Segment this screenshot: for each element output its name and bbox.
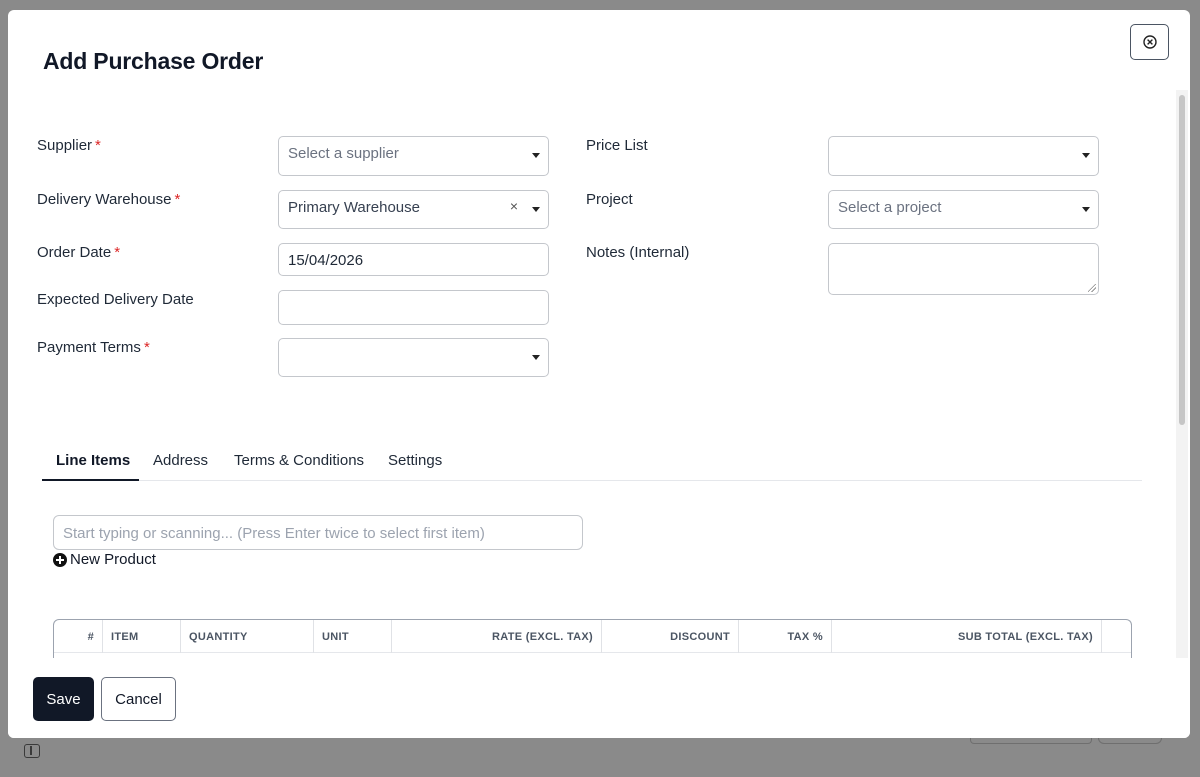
order-date-label: Order Date * <box>37 244 121 261</box>
caret-down-icon <box>532 207 540 212</box>
project-label: Project <box>586 191 633 208</box>
purchase-order-tabs: Line Items Address Terms & Conditions Se… <box>42 440 1142 481</box>
cancel-button[interactable]: Cancel <box>101 677 176 721</box>
modal-body: Supplier * Delivery Warehouse * Order Date… <box>8 90 1190 658</box>
payment-terms-label: Payment Terms * <box>37 339 150 356</box>
column-header-quantity: QUANTITY <box>181 620 314 653</box>
tab-terms-conditions[interactable]: Terms & Conditions <box>234 452 364 469</box>
supplier-label: Supplier * <box>37 137 101 154</box>
tab-line-items[interactable]: Line Items <box>56 452 130 469</box>
order-date-input[interactable]: 15/04/2026 <box>278 243 549 276</box>
price-list-label: Price List <box>586 137 648 154</box>
table-header-row: # ITEM QUANTITY UNIT RATE (EXCL. TAX) DI… <box>54 620 1131 653</box>
column-header-subtotal: SUB TOTAL (EXCL. TAX) <box>832 620 1102 653</box>
tab-address[interactable]: Address <box>153 452 208 469</box>
background-button <box>1098 738 1162 744</box>
caret-down-icon <box>532 355 540 360</box>
save-button[interactable]: Save <box>33 677 94 721</box>
close-circle-icon <box>1142 35 1157 49</box>
expected-delivery-date-label: Expected Delivery Date <box>37 291 194 308</box>
column-header-unit: UNIT <box>314 620 392 653</box>
column-header-rate: RATE (EXCL. TAX) <box>392 620 602 653</box>
column-header-discount: DISCOUNT <box>602 620 739 653</box>
line-items-table: # ITEM QUANTITY UNIT RATE (EXCL. TAX) DI… <box>53 619 1132 658</box>
background-pagination <box>970 738 1092 744</box>
sidebar-toggle-icon[interactable] <box>24 744 40 758</box>
caret-down-icon <box>1082 207 1090 212</box>
item-search-placeholder: Start typing or scanning... (Press Enter… <box>63 525 485 542</box>
price-list-select[interactable] <box>828 136 1099 176</box>
active-tab-indicator <box>42 479 139 481</box>
new-product-label: New Product <box>70 551 156 568</box>
notes-internal-label: Notes (Internal) <box>586 244 690 261</box>
payment-terms-select[interactable] <box>278 338 549 377</box>
caret-down-icon <box>1082 153 1090 158</box>
project-select[interactable]: Select a project <box>828 190 1099 229</box>
caret-down-icon <box>532 153 540 158</box>
delivery-warehouse-value: Primary Warehouse <box>288 199 420 216</box>
notes-internal-textarea[interactable] <box>828 243 1099 295</box>
delivery-warehouse-label: Delivery Warehouse * <box>37 191 181 208</box>
clear-icon[interactable]: × <box>510 198 518 214</box>
tab-settings[interactable]: Settings <box>388 452 442 469</box>
plus-circle-icon <box>53 552 67 567</box>
expected-delivery-date-input[interactable] <box>278 290 549 325</box>
order-date-value: 15/04/2026 <box>288 252 364 269</box>
delivery-warehouse-select[interactable]: Primary Warehouse × <box>278 190 549 229</box>
modal-footer: Save Cancel <box>8 658 1190 738</box>
column-header-item: ITEM <box>103 620 181 653</box>
resize-grip-icon[interactable] <box>1088 284 1096 292</box>
project-placeholder: Select a project <box>838 199 942 216</box>
new-product-link[interactable]: New Product <box>53 551 156 568</box>
close-button[interactable] <box>1130 24 1169 60</box>
column-header-number: # <box>54 620 103 653</box>
modal-title: Add Purchase Order <box>43 48 264 74</box>
column-header-tax: TAX % <box>739 620 832 653</box>
supplier-select[interactable]: Select a supplier <box>278 136 549 176</box>
item-search-input[interactable]: Start typing or scanning... (Press Enter… <box>53 515 583 550</box>
add-purchase-order-modal: Add Purchase Order Supplier * Delivery Wa… <box>8 10 1190 738</box>
modal-scrollbar-thumb[interactable] <box>1179 95 1185 425</box>
supplier-placeholder: Select a supplier <box>288 145 399 162</box>
